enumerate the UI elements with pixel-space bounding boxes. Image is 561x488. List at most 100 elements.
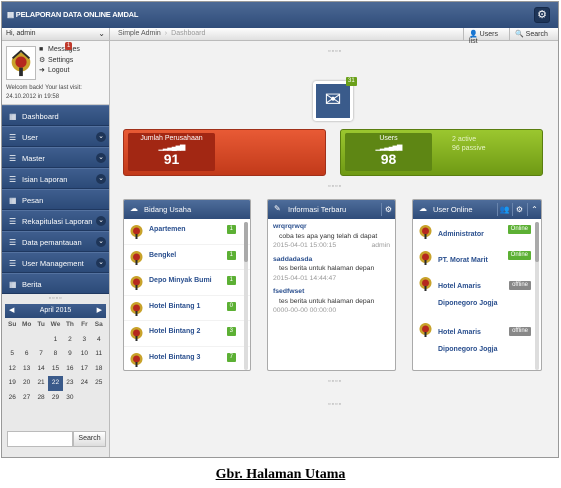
messages-tile[interactable]: ✉ [313, 81, 353, 121]
chevron-down-icon[interactable]: ⌄ [96, 216, 106, 226]
users-stat[interactable]: Users ▁▂▃▄▅▆ 98 2 active 96 passive [340, 129, 543, 176]
gear-icon[interactable]: ⚙ [534, 7, 550, 23]
calendar-day [5, 333, 19, 348]
news-item[interactable]: fsedfwset tes berita untuk halaman depan 0… [268, 284, 395, 317]
calendar-day[interactable]: 27 [19, 391, 33, 406]
calendar-day[interactable]: 25 [92, 376, 106, 391]
sidebar-item-label: Data pemantauan [22, 238, 82, 247]
calendar-day[interactable]: 14 [34, 362, 48, 377]
chevron-up-icon[interactable]: ⌃ [527, 203, 541, 216]
calendar-day[interactable]: 23 [63, 376, 77, 391]
messages-link[interactable]: ■ Messages [39, 45, 80, 56]
list-item[interactable]: Depo Minyak Bumi 1 [124, 270, 250, 296]
users-list-button[interactable]: 👤 Users list [463, 28, 509, 45]
calendar-day[interactable]: 19 [5, 376, 19, 391]
calendar-day[interactable]: 12 [5, 362, 19, 377]
sidebar: Hi, admin ⌄ ■ Messages ⚙ Settings ➜ Logout … [2, 28, 110, 457]
calendar-day[interactable]: 20 [19, 376, 33, 391]
news-meta: 0000-00-00 00:00:00 [273, 306, 390, 316]
user-name: Hotel Amaris Diponegoro Jogja [438, 329, 498, 353]
calendar-day[interactable]: 11 [92, 347, 106, 362]
calendar-day[interactable]: 21 [34, 376, 48, 391]
chevron-down-icon[interactable]: ⌄ [96, 153, 106, 163]
gear-icon[interactable]: ⚙ [381, 203, 395, 216]
calendar-day[interactable]: 28 [34, 391, 48, 406]
seal-icon [418, 321, 433, 338]
sidebar-item[interactable]: ▦ Dashboard [2, 105, 109, 126]
seal-icon [418, 249, 433, 266]
calendar-day[interactable]: 26 [5, 391, 19, 406]
sidebar-menu: ▦ Dashboard ☰ User ⌄ ☰ Master ⌄ ☰ Isian Laporan ⌄ ▦… [2, 105, 109, 294]
user-row[interactable]: Hotel Amaris Diponegoro Jogja offline [413, 317, 541, 363]
sidebar-item[interactable]: ☰ Isian Laporan ⌄ [2, 168, 109, 189]
breadcrumb-root[interactable]: Simple Admin [118, 30, 161, 37]
chevron-down-icon[interactable]: ⌄ [96, 258, 106, 268]
chevron-down-icon[interactable]: ⌄ [96, 132, 106, 142]
calendar-day[interactable]: 16 [63, 362, 77, 377]
chevron-down-icon[interactable]: ⌄ [96, 237, 106, 247]
envelope-icon: ✉ [324, 89, 342, 111]
gear-icon[interactable]: ⚙ [512, 203, 526, 216]
list-item[interactable]: Bengkel 1 [124, 245, 250, 270]
bidang-name: Depo Minyak Bumi [149, 277, 212, 284]
perusahaan-stat[interactable]: Jumlah Perusahaan ▁▂▃▄▅▆ 91 [123, 129, 326, 176]
news-item[interactable]: saddadasda tes berita untuk halaman depan… [268, 252, 395, 285]
informasi-panel: ✎ Informasi Terbaru ⚙ wrqrqrwqr coba tes … [267, 199, 396, 371]
calendar-day[interactable]: 10 [77, 347, 91, 362]
calendar-day[interactable]: 4 [92, 333, 106, 348]
calendar-day[interactable]: 7 [34, 347, 48, 362]
welcome-text: Welcom back! Your last visit: 24.10.2012… [6, 85, 82, 100]
sidebar-item[interactable]: ☰ Rekapitulasi Laporan ⌄ [2, 210, 109, 231]
calendar-day[interactable]: 1 [48, 333, 62, 348]
list-item[interactable]: Apartemen 1 [124, 219, 250, 245]
calendar-day [19, 333, 33, 348]
list-item[interactable]: Hotel Bintang 2 3 [124, 321, 250, 347]
count-badge: 1 [226, 225, 236, 234]
bidang-usaha-title: Bidang Usaha [144, 205, 192, 214]
list-item[interactable]: Hotel Bintang 3 7 [124, 347, 250, 371]
user-row[interactable]: Administrator Online [413, 219, 541, 245]
calendar-day[interactable]: 24 [77, 376, 91, 391]
calendar-day[interactable]: 6 [19, 347, 33, 362]
sidebar-item[interactable]: ☰ User ⌄ [2, 126, 109, 147]
next-month-icon[interactable]: ▶ [97, 304, 102, 318]
calendar-day[interactable]: 3 [77, 333, 91, 348]
list-item[interactable]: Hotel Bintang 1 0 [124, 296, 250, 321]
search-input[interactable] [7, 431, 73, 447]
search-link[interactable]: 🔍 Search [509, 28, 558, 41]
news-item[interactable]: wrqrqrwqr coba tes apa yang telah di dapa… [268, 219, 395, 252]
calendar-day[interactable]: 15 [48, 362, 62, 377]
calendar-day[interactable]: 30 [63, 391, 77, 406]
logout-link[interactable]: ➜ Logout [39, 66, 80, 77]
sidebar-item[interactable]: ▦ Berita [2, 273, 109, 294]
user-row[interactable]: Hotel Amaris Diponegoro Jogja offline [413, 271, 541, 317]
calendar-day[interactable]: 5 [5, 347, 19, 362]
count-badge: 7 [226, 352, 236, 362]
user-row[interactable]: PT. Morat Marit Online [413, 245, 541, 271]
calendar-day[interactable]: 22 [48, 376, 63, 391]
sidebar-item[interactable]: ▦ Pesan [2, 189, 109, 210]
chevron-down-icon[interactable]: ⌄ [98, 29, 105, 38]
scrollbar[interactable] [244, 222, 248, 370]
calendar-day[interactable]: 17 [77, 362, 91, 377]
sidebar-item[interactable]: ☰ User Management ⌄ [2, 252, 109, 273]
calendar-day[interactable]: 2 [63, 333, 77, 348]
messages-badge: 1 [65, 42, 73, 50]
calendar-day[interactable]: 13 [19, 362, 33, 377]
sidebar-item[interactable]: ☰ Master ⌄ [2, 147, 109, 168]
settings-link[interactable]: ⚙ Settings [39, 56, 80, 67]
prev-month-icon[interactable]: ◀ [9, 304, 14, 318]
calendar-day[interactable]: 18 [92, 362, 106, 377]
sidebar-item-label: User Management [22, 259, 84, 268]
status-badge: Online [507, 251, 531, 260]
calendar-day[interactable]: 29 [48, 391, 62, 406]
app-logo[interactable]: ▤ PELAPORAN DATA ONLINE AMDAL [7, 10, 138, 19]
search-button[interactable]: Search [73, 431, 106, 447]
calendar-day[interactable]: 9 [63, 347, 77, 362]
users-icon[interactable]: 👥 [497, 203, 511, 216]
calendar-day[interactable]: 8 [48, 347, 62, 362]
chevron-down-icon[interactable]: ⌄ [96, 174, 106, 184]
scrollbar[interactable] [535, 222, 539, 370]
seal-icon [418, 275, 433, 292]
sidebar-item[interactable]: ☰ Data pemantauan ⌄ [2, 231, 109, 252]
